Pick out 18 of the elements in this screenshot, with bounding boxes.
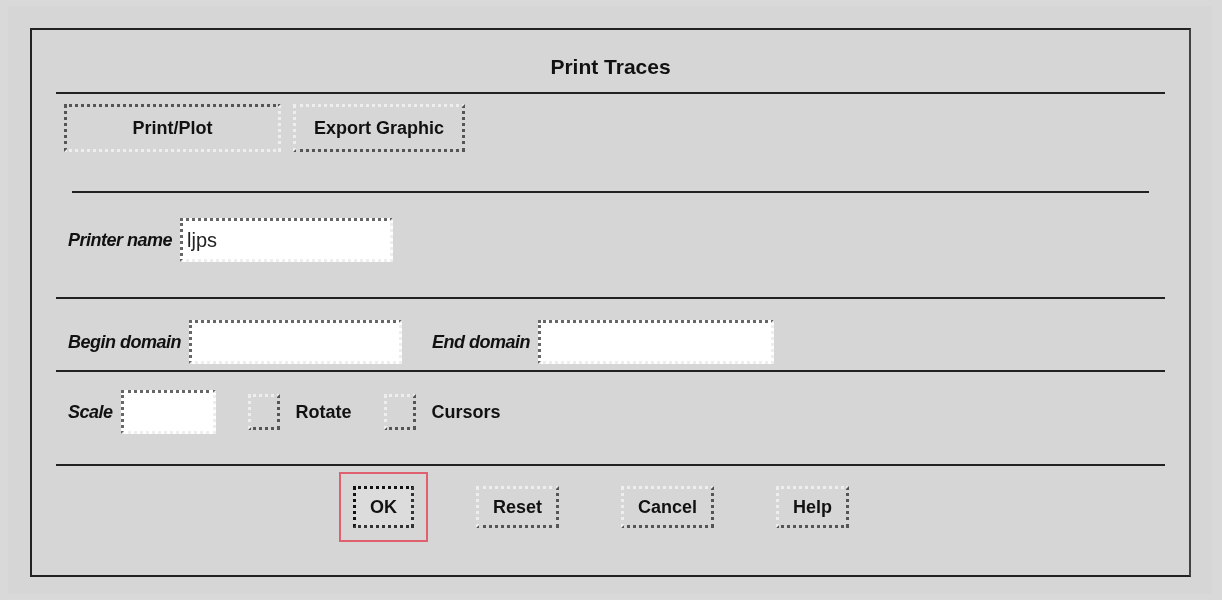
dialog-title: Print Traces [549,54,672,80]
input-field[interactable]: ljps [180,218,394,262]
checkbox[interactable] [247,394,280,430]
dialog-button[interactable]: Help [776,486,850,528]
input-field[interactable] [538,320,774,364]
field-label: Scale [68,400,113,424]
input-field[interactable] [189,320,402,364]
checkbox[interactable] [383,394,416,430]
field-label: End domain [432,330,530,354]
dialog-button[interactable]: Reset [476,486,560,528]
field-label: Printer name [68,228,173,252]
field-label: Begin domain [68,330,181,354]
dialog-button[interactable]: Cancel [621,486,715,528]
tab[interactable]: Print/Plot [64,104,281,152]
tab[interactable]: Export Graphic [293,104,466,152]
checkbox-label: Rotate [295,400,352,424]
checkbox-label: Cursors [431,400,501,424]
input-field[interactable] [120,390,216,434]
